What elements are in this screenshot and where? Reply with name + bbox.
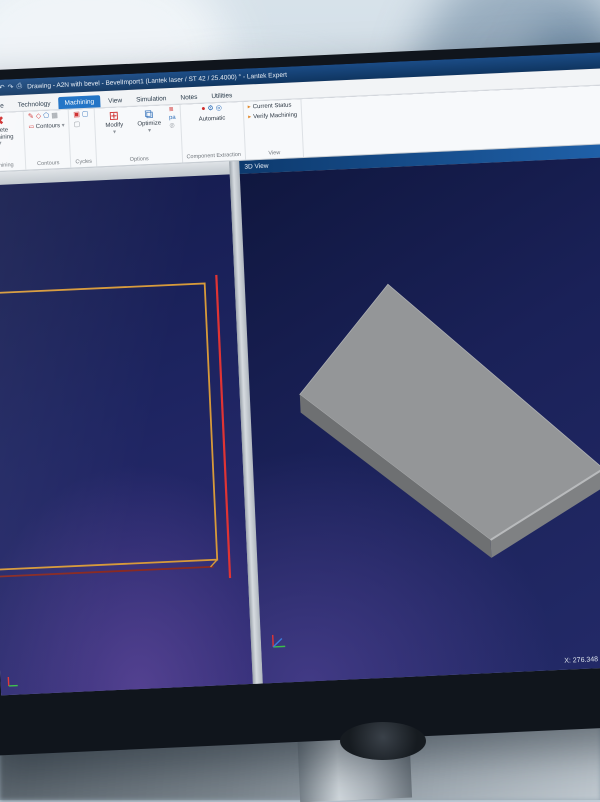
grid-icon[interactable]: ▦ [51,112,58,120]
group-label-cycles: Cycles [75,158,92,168]
delete-machining-button[interactable]: ✖ Delete Machining ▾ [0,114,20,148]
undo-icon[interactable]: ↶ [0,84,5,92]
target-icon[interactable]: ◎ [169,123,176,130]
delete-machining-label: Delete Machining [0,127,20,142]
caret-down-icon: ▾ [62,123,65,129]
list-icon[interactable]: ≣ [169,107,176,114]
redo-icon[interactable]: ↷ [8,83,14,91]
tab-view[interactable]: View [102,94,129,107]
modify-icon: ⊞ [109,109,120,122]
target-icon[interactable]: ◎ [216,105,222,113]
cycle-outline-icon[interactable]: ▢ [82,111,89,119]
pa-tool-icon[interactable]: pa [169,115,176,122]
verify-machining-label: Verify Machining [253,111,297,122]
quick-access-toolbar[interactable]: ◧ ▦ ↶ ↷ ⎙ [0,83,22,93]
caret-down-icon: ▾ [148,127,151,134]
ribbon-group-contours: ✎ ◇ ⬠ ▦ ▭ Contours ▾ Contours [24,110,72,170]
caret-down-icon: ▾ [0,141,2,148]
3d-view-pane: 3D View X: 276.348 [239,144,600,685]
print-icon[interactable]: ⎙ [16,83,22,91]
drawing-pane [0,161,253,695]
screen: ◧ ▦ ↶ ↷ ⎙ Drawing - A2N with bevel - Bev… [0,52,600,696]
part-outline [0,283,217,571]
contour-icon: ▭ [28,124,34,130]
bullet-icon: ▸ [248,113,251,122]
workspace: 3D View X: 276.348 [0,144,600,696]
contours-button[interactable]: ▭ Contours ▾ [28,122,65,132]
gear-icon[interactable]: ⚙ [207,105,214,113]
caret-down-icon: ▾ [113,129,116,136]
cycle-outline-icon[interactable]: ▢ [74,121,81,129]
ribbon-group-machining: ✖ Delete Machining ▾ Machining [0,112,26,172]
group-label-contours: Contours [30,159,67,170]
optimize-icon: ⧉ [144,108,153,121]
contours-label: Contours [36,123,61,130]
stand-hinge [340,722,426,760]
modify-button[interactable]: ⊞ Modify ▾ [99,109,130,136]
ribbon-group-options: ⊞ Modify ▾ ⧉ Optimize ▾ ≣ pa ◎ O [95,105,183,167]
current-status-label: Current Status [253,102,292,113]
axis-indicator-icon [5,673,20,688]
cut-line [216,275,230,578]
bevel-icon[interactable]: ◇ [36,113,42,121]
3d-view-canvas[interactable]: X: 276.348 [240,157,600,685]
polygon-icon[interactable]: ⬠ [43,113,49,121]
tab-technology[interactable]: Technology [11,97,56,111]
automatic-button[interactable]: Automatic [199,115,226,124]
cycle-square-icon[interactable]: ▣ [73,111,80,119]
optimize-button[interactable]: ⧉ Optimize ▾ [132,107,167,135]
sheet-part-3d [293,273,600,597]
cursor-x-coordinate: X: 276.348 [564,656,598,665]
stop-icon[interactable]: ● [201,105,206,113]
delete-machining-icon: ✖ [0,115,4,128]
2d-drawing-canvas[interactable] [0,174,253,695]
verify-machining-toggle[interactable]: ▸ Verify Machining [248,111,297,122]
ribbon-group-view: ▸ Current Status ▸ Verify Machining View [243,99,304,160]
tab-simulation[interactable]: Simulation [130,92,173,106]
bullet-icon: ▸ [248,103,251,112]
monitor: ◧ ▦ ↶ ↷ ⎙ Drawing - A2N with bevel - Bev… [0,41,600,756]
pencil-icon[interactable]: ✎ [28,113,34,121]
part-geometry [0,174,253,695]
tab-utilities[interactable]: Utilities [205,89,238,102]
ribbon-group-component-extraction: ● ⚙ ◎ Automatic Component Extraction [180,102,246,163]
tab-home[interactable]: Home [0,99,10,112]
ribbon-group-cycles: ▣ ▢ ▢ Cycles [69,108,97,167]
axis-triad-icon [269,631,288,650]
tab-machining[interactable]: Machining [58,95,100,109]
tab-notes[interactable]: Notes [174,91,203,104]
